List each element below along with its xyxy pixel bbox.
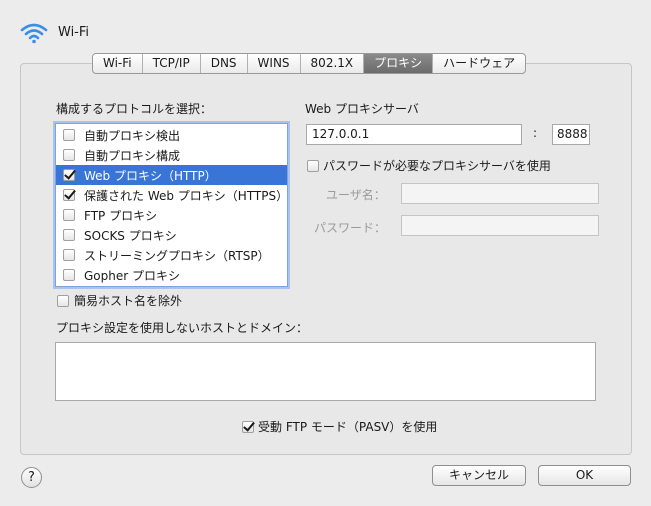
cancel-button[interactable]: キャンセル bbox=[432, 465, 526, 486]
password-label: パスワード： bbox=[314, 221, 387, 235]
protocol-list[interactable]: 自動プロキシ検出 自動プロキシ構成 Web プロキシ（HTTP） 保護された W… bbox=[55, 123, 288, 287]
proxy-auth-label: パスワードが必要なプロキシサーバを使用 bbox=[323, 159, 551, 173]
tab-8021x[interactable]: 802.1X bbox=[301, 54, 365, 73]
tab-hardware[interactable]: ハードウェア bbox=[433, 54, 525, 73]
protocol-ftp[interactable]: FTP プロキシ bbox=[56, 205, 287, 225]
protocol-gopher[interactable]: Gopher プロキシ bbox=[56, 265, 287, 285]
bypass-heading: プロキシ設定を使用しないホストとドメイン： bbox=[56, 321, 309, 335]
interface-name: Wi-Fi bbox=[58, 25, 90, 40]
protocol-label: ストリーミングプロキシ（RTSP） bbox=[84, 248, 270, 263]
passive-ftp-option[interactable]: 受動 FTP モード（PASV）を使用 bbox=[242, 418, 437, 435]
exclude-simple-checkbox[interactable] bbox=[57, 294, 69, 307]
protocol-auto-config[interactable]: 自動プロキシ構成 bbox=[56, 145, 287, 165]
protocol-list-heading: 構成するプロトコルを選択： bbox=[56, 102, 213, 116]
tab-tcpip[interactable]: TCP/IP bbox=[143, 54, 201, 73]
protocol-checkbox[interactable] bbox=[63, 189, 75, 201]
passive-ftp-checkbox[interactable] bbox=[242, 420, 254, 433]
protocol-label: Gopher プロキシ bbox=[84, 268, 180, 283]
protocol-rtsp[interactable]: ストリーミングプロキシ（RTSP） bbox=[56, 245, 287, 265]
wifi-icon bbox=[20, 23, 48, 44]
passive-ftp-label: 受動 FTP モード（PASV）を使用 bbox=[258, 420, 438, 434]
exclude-simple-hostnames[interactable]: 簡易ホスト名を除外 bbox=[57, 292, 182, 309]
protocol-checkbox[interactable] bbox=[63, 149, 75, 161]
tab-bar: Wi-Fi TCP/IP DNS WINS 802.1X プロキシ ハードウェア bbox=[92, 53, 527, 74]
protocol-checkbox[interactable] bbox=[63, 229, 75, 241]
protocol-checkbox[interactable] bbox=[63, 169, 75, 181]
protocol-auto-discovery[interactable]: 自動プロキシ検出 bbox=[56, 125, 287, 145]
protocol-checkbox[interactable] bbox=[63, 249, 75, 261]
password-field[interactable] bbox=[401, 215, 599, 236]
proxy-auth-checkbox[interactable] bbox=[307, 159, 319, 172]
protocol-https[interactable]: 保護された Web プロキシ（HTTPS） bbox=[56, 185, 289, 205]
protocol-label: FTP プロキシ bbox=[84, 208, 158, 223]
protocol-checkbox[interactable] bbox=[63, 129, 75, 141]
protocol-checkbox[interactable] bbox=[63, 269, 75, 281]
proxy-server-address-field[interactable]: 127.0.0.1 bbox=[306, 124, 522, 145]
ok-button[interactable]: OK bbox=[538, 465, 631, 486]
username-label: ユーザ名： bbox=[326, 188, 386, 202]
bypass-hosts-field[interactable] bbox=[55, 342, 596, 401]
protocol-socks[interactable]: SOCKS プロキシ bbox=[56, 225, 287, 245]
proxy-auth-option[interactable]: パスワードが必要なプロキシサーバを使用 bbox=[307, 157, 551, 174]
protocol-label: 自動プロキシ構成 bbox=[84, 148, 181, 163]
proxy-server-heading: Web プロキシサーバ bbox=[305, 102, 419, 116]
port-separator: : bbox=[533, 126, 538, 140]
protocol-label: 保護された Web プロキシ（HTTPS） bbox=[84, 188, 289, 203]
protocol-label: 自動プロキシ検出 bbox=[84, 128, 181, 143]
username-field[interactable] bbox=[401, 183, 599, 204]
protocol-label: SOCKS プロキシ bbox=[84, 228, 177, 243]
protocol-checkbox[interactable] bbox=[63, 209, 75, 221]
tab-wifi[interactable]: Wi-Fi bbox=[93, 54, 143, 73]
proxy-port-field[interactable]: 8888 bbox=[552, 124, 590, 145]
tab-wins[interactable]: WINS bbox=[248, 54, 301, 73]
tab-proxy[interactable]: プロキシ bbox=[364, 54, 434, 73]
protocol-label: Web プロキシ（HTTP） bbox=[84, 168, 217, 183]
tab-dns[interactable]: DNS bbox=[201, 54, 248, 73]
exclude-simple-label: 簡易ホスト名を除外 bbox=[74, 294, 183, 308]
help-button[interactable]: ? bbox=[21, 467, 42, 488]
protocol-http[interactable]: Web プロキシ（HTTP） bbox=[56, 165, 287, 185]
